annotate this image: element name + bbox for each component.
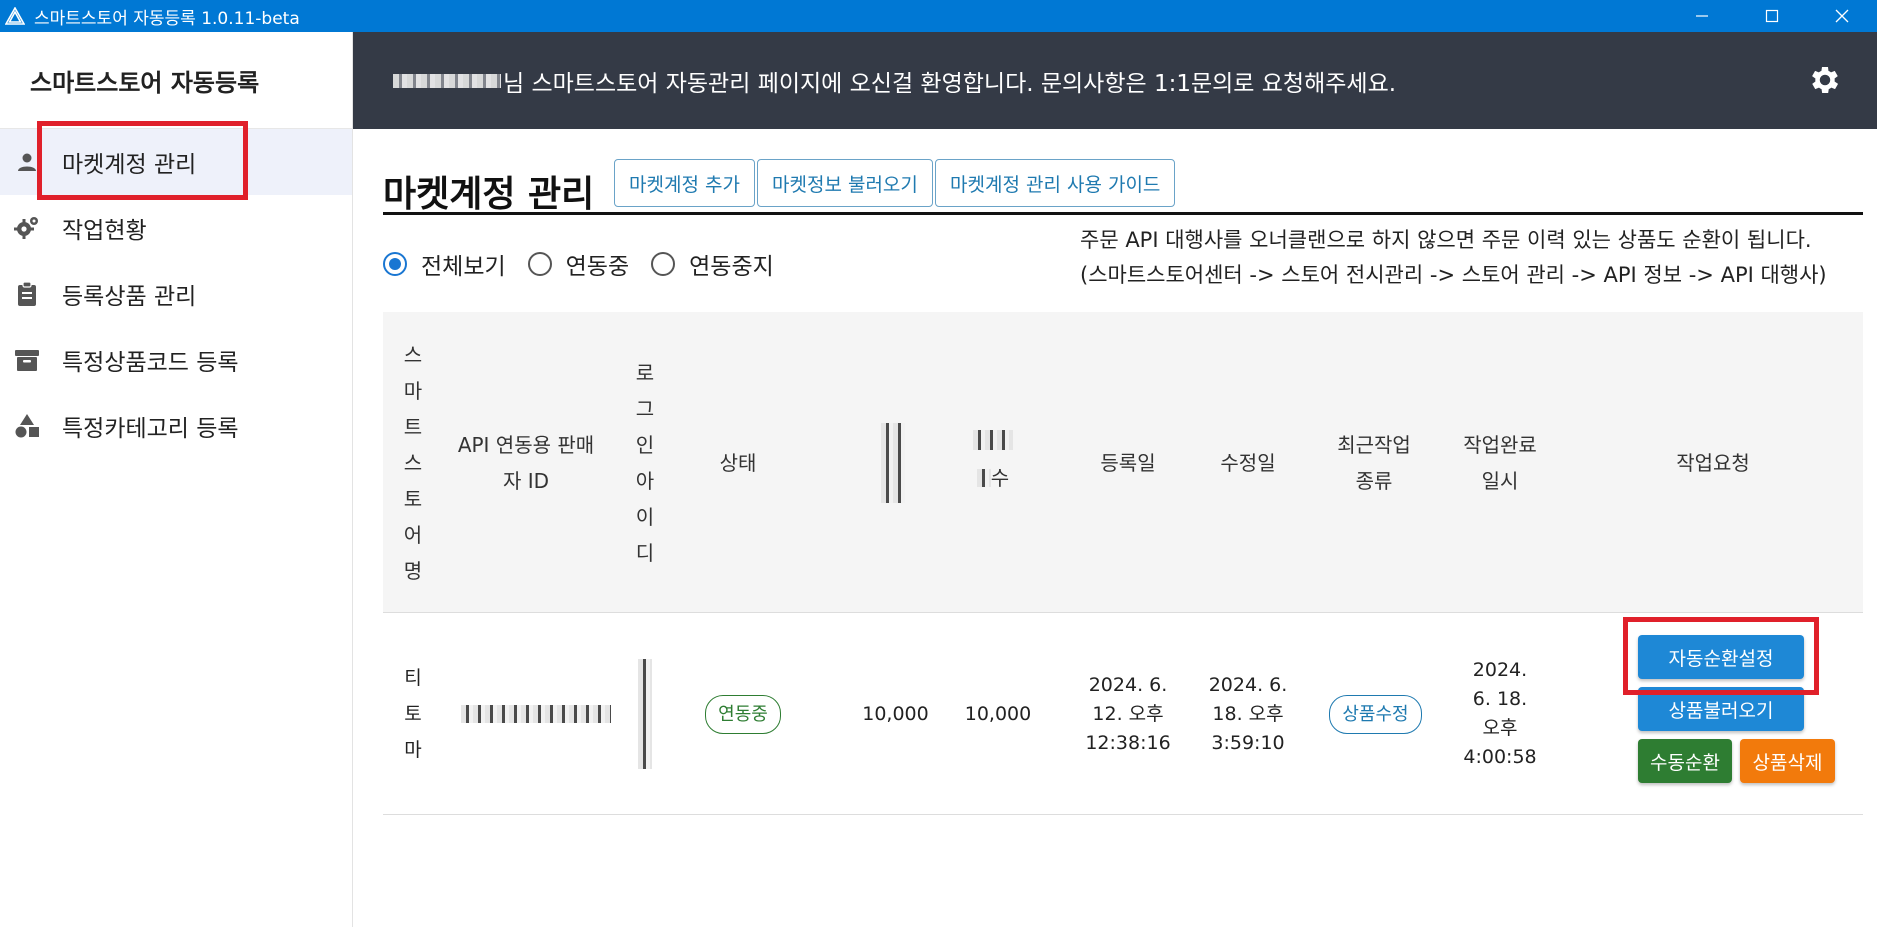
col-header-blurred-1[interactable]	[863, 312, 923, 613]
sidebar-item-label: 마켓계정 관리	[62, 152, 197, 178]
cell-job-done: 2024. 6. 18. 오후 4:00:58	[1463, 659, 1537, 768]
col-header-blurred-2[interactable]: 수	[948, 312, 1038, 613]
sidebar-item-label: 특정카테고리 등록	[62, 416, 239, 442]
maximize-button[interactable]	[1737, 0, 1807, 32]
radio-unchecked-icon	[527, 252, 552, 276]
sidebar-item-label: 작업현황	[62, 218, 147, 244]
close-button[interactable]	[1807, 0, 1877, 32]
usage-guide-button[interactable]: 마켓계정 관리 사용 가이드	[935, 159, 1176, 207]
col-header-status[interactable]: 상태	[683, 312, 793, 613]
sidebar-item-job-status[interactable]: 작업현황	[0, 195, 352, 261]
sidebar-brand: 스마트스토어 자동등록	[0, 32, 352, 129]
job-type-badge: 상품수정	[1329, 694, 1422, 734]
auto-cycle-settings-button[interactable]: 자동순환설정	[1638, 635, 1804, 679]
filter-all-radio[interactable]: 전체보기	[383, 247, 506, 281]
welcome-header: 님 스마트스토어 자동관리 페이지에 오신걸 환영합니다. 문의사항은 1:1문…	[353, 32, 1877, 129]
page-header: 마켓계정 관리 마켓계정 추가 마켓정보 불러오기 마켓계정 관리 사용 가이드	[383, 157, 1863, 215]
person-icon	[10, 145, 44, 179]
close-icon	[1835, 9, 1849, 23]
filter-linked-radio[interactable]: 연동중	[527, 247, 630, 281]
page-title: 마켓계정 관리	[383, 174, 595, 215]
minimize-icon	[1696, 15, 1708, 17]
window-title: 스마트스토어 자동등록 1.0.11-beta	[34, 8, 300, 29]
status-filter-group: 전체보기 연동중 연동중지	[383, 247, 796, 281]
clipboard-icon	[10, 277, 44, 311]
notice-line-1: 주문 API 대행사를 오너클랜으로 하지 않으면 주문 이력 있는 상품도 순…	[1080, 228, 1812, 252]
cell-recent-job: 상품수정	[1318, 613, 1433, 815]
cell-value-1: 10,000	[862, 702, 929, 725]
col-header-job-done[interactable]: 작업완료일시	[1463, 312, 1537, 613]
window-titlebar: 스마트스토어 자동등록 1.0.11-beta	[0, 0, 1877, 32]
api-notice: 주문 API 대행사를 오너클랜으로 하지 않으면 주문 이력 있는 상품도 순…	[1080, 223, 1870, 293]
col-header-login-id[interactable]: 로그인아이디	[615, 312, 675, 613]
cell-value-2: 10,000	[964, 702, 1032, 725]
blurred-header-text	[973, 429, 1013, 450]
sidebar-item-product-code[interactable]: 특정상품코드 등록	[0, 327, 352, 393]
cell-api-seller-id	[451, 613, 621, 815]
delete-products-button[interactable]: 상품삭제	[1740, 739, 1835, 783]
welcome-text: 님 스마트스토어 자동관리 페이지에 오신걸 환영합니다. 문의사항은 1:1문…	[503, 70, 1397, 97]
sidebar-item-market-account[interactable]: 마켓계정 관리	[0, 129, 352, 195]
status-badge: 연동중	[705, 694, 781, 734]
maximize-icon	[1765, 9, 1779, 23]
load-market-info-button[interactable]: 마켓정보 불러오기	[757, 159, 933, 207]
main-content: 마켓계정 관리 마켓계정 추가 마켓정보 불러오기 마켓계정 관리 사용 가이드…	[353, 129, 1877, 927]
cell-registered: 2024. 6. 12. 오후 12:38:16	[1085, 673, 1171, 754]
filter-stopped-radio[interactable]: 연동중지	[651, 247, 774, 281]
radio-checked-icon	[383, 252, 407, 276]
col-header-recent-job[interactable]: 최근작업 종류	[1328, 312, 1420, 613]
shapes-icon	[10, 409, 44, 443]
archive-box-icon	[10, 343, 44, 377]
radio-unchecked-icon	[651, 252, 676, 276]
sidebar-item-category[interactable]: 특정카테고리 등록	[0, 393, 352, 459]
cell-modified: 2024. 6. 18. 오후 3:59:10	[1208, 673, 1288, 754]
blurred-login-id	[638, 659, 652, 769]
load-products-button[interactable]: 상품불러오기	[1638, 687, 1804, 731]
col-header-store-name[interactable]: 스마트스토어명	[383, 312, 443, 613]
table-header: 스마트스토어명 API 연동용 판매자 ID 로그인아이디 상태 수 등록일 수…	[383, 312, 1863, 613]
cell-login-id	[615, 613, 675, 815]
filter-label: 연동중	[565, 254, 630, 280]
sidebar: 스마트스토어 자동등록 마켓계정 관리 작업현황 등록상품 관리 특정상품코드 …	[0, 32, 353, 927]
sidebar-item-registered-products[interactable]: 등록상품 관리	[0, 261, 352, 327]
settings-gear-icon[interactable]	[1807, 62, 1843, 98]
cell-status: 연동중	[683, 613, 803, 815]
table-row: 티토마 연동중 10,000 10,000 2024. 6. 12. 오후 12…	[383, 613, 1863, 815]
col-header-modified[interactable]: 수정일	[1193, 312, 1303, 613]
sidebar-item-label: 등록상품 관리	[62, 284, 197, 310]
col-header-api-seller-id[interactable]: API 연동용 판매자 ID	[451, 312, 601, 613]
blurred-username	[393, 73, 501, 88]
col-header-job-request[interactable]: 작업요청	[1613, 312, 1813, 613]
filter-label: 전체보기	[421, 254, 506, 280]
cell-store-name: 티토마	[404, 667, 422, 761]
notice-line-2: (스마트스토어센터 -> 스토어 전시관리 -> 스토어 관리 -> API 정…	[1080, 263, 1827, 287]
app-logo-icon	[0, 0, 30, 32]
filter-label: 연동중지	[689, 254, 774, 280]
minimize-button[interactable]	[1667, 0, 1737, 32]
sidebar-item-label: 특정상품코드 등록	[62, 350, 239, 376]
gears-icon	[10, 211, 44, 245]
blurred-seller-id	[461, 705, 611, 723]
blurred-header-text	[881, 422, 905, 503]
col-header-registered[interactable]: 등록일	[1073, 312, 1183, 613]
add-account-button[interactable]: 마켓계정 추가	[614, 159, 755, 207]
manual-cycle-button[interactable]: 수동순환	[1638, 739, 1732, 783]
